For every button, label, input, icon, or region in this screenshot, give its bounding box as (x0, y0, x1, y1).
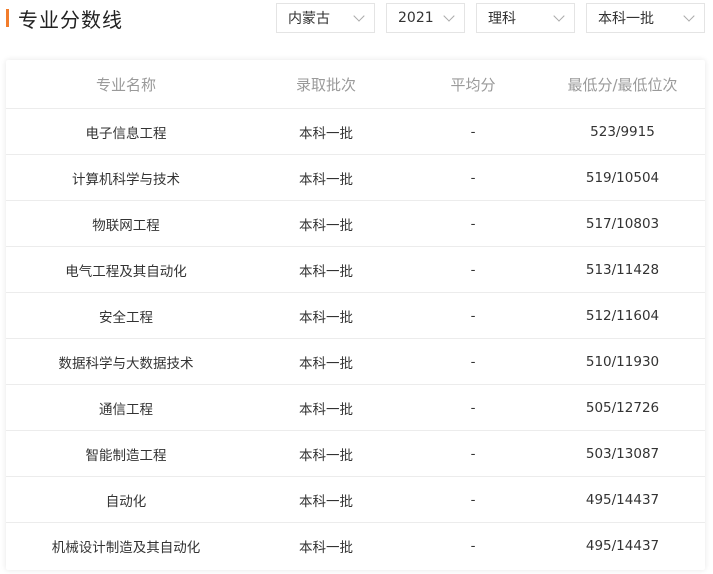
cell-major: 电气工程及其自动化 (65, 263, 187, 280)
chevron-down-icon (553, 10, 565, 22)
cell-min-score-rank: 517/10803 (585, 215, 660, 232)
cell-average: - (470, 169, 476, 186)
cell-batch: 本科一批 (299, 171, 353, 188)
column-header-min-score-rank: 最低分/最低位次 (567, 75, 678, 94)
table-row: 数据科学与大数据技术 本科一批 - 510/11930 (6, 339, 705, 385)
chevron-down-icon (443, 10, 455, 22)
score-table: 专业名称 录取批次 平均分 最低分/最低位次 电子信息工程 本科一批 -523/99… (6, 60, 705, 570)
column-header-major: 专业名称 (95, 75, 156, 94)
table-row: 智能制造工程 本科一批 - 503/13087 (6, 431, 705, 477)
cell-batch: 本科一批 (299, 401, 353, 418)
cell-average: - (470, 123, 476, 140)
cell-batch: 本科一批 (299, 309, 353, 326)
cell-major: 数据科学与大数据技术 (58, 355, 194, 372)
cell-min-score-rank: 513/11428 (585, 261, 660, 278)
province-value: 内蒙古 (288, 11, 330, 27)
chevron-down-icon (683, 10, 695, 22)
table-body: 电子信息工程 本科一批 -523/9915 计算机科学与技术 本科一批 -519/1050… (6, 109, 705, 568)
cell-average: - (470, 537, 476, 554)
cell-min-score-rank: 510/11930 (585, 353, 660, 370)
cell-major: 通信工程 (99, 401, 153, 418)
cell-min-score-rank: 495/14437 (585, 537, 660, 554)
cell-batch: 本科一批 (299, 539, 353, 556)
cell-min-score-rank: 495/14437 (585, 491, 660, 508)
table-row: 安全工程 本科一批 - 512/11604 (6, 293, 705, 339)
cell-major: 安全工程 (99, 309, 153, 326)
province-select[interactable]: 内蒙古 (276, 3, 375, 33)
cell-min-score-rank: 503/13087 (585, 445, 660, 462)
cell-average: - (470, 445, 476, 462)
cell-batch: 本科一批 (299, 447, 353, 464)
table-row: 物联网工程 本科一批 - 517/10803 (6, 201, 705, 247)
column-header-average: 平均分 (450, 75, 496, 94)
cell-min-score-rank: 505/12726 (585, 399, 660, 416)
cell-average: - (470, 491, 476, 508)
table-row: 电气工程及其自动化 本科一批 - 513/11428 (6, 247, 705, 293)
cell-major: 计算机科学与技术 (72, 171, 180, 188)
cell-major: 自动化 (105, 493, 147, 510)
chevron-down-icon (353, 10, 365, 22)
table-header: 专业名称 录取批次 平均分 最低分/最低位次 (6, 60, 705, 109)
cell-batch: 本科一批 (299, 355, 353, 372)
cell-major: 电子信息工程 (85, 125, 167, 142)
cell-average: - (470, 353, 476, 370)
subject-value: 理科 (488, 11, 516, 27)
batch-value: 本科一批 (598, 11, 654, 27)
cell-average: - (470, 307, 476, 324)
cell-major: 智能制造工程 (85, 447, 167, 464)
table-row: 自动化 本科一批 - 495/14437 (6, 477, 705, 523)
title-accent-bar (6, 9, 9, 27)
table-row: 计算机科学与技术 本科一批 - 519/10504 (6, 155, 705, 201)
cell-min-score-rank: 512/11604 (585, 307, 660, 324)
cell-batch: 本科一批 (299, 493, 353, 510)
cell-min-score-rank: 519/10504 (585, 169, 660, 186)
cell-min-score-rank: 523/9915 (590, 123, 655, 140)
year-select[interactable]: 2021 (386, 3, 465, 33)
cell-major: 机械设计制造及其自动化 (51, 539, 201, 556)
batch-select[interactable]: 本科一批 (586, 3, 705, 33)
cell-average: - (470, 215, 476, 232)
title-bar: 专业分数线 (6, 4, 123, 32)
cell-average: - (470, 261, 476, 278)
table-row: 电子信息工程 本科一批 - 523/9915 (6, 109, 705, 155)
cell-batch: 本科一批 (299, 263, 353, 280)
cell-batch: 本科一批 (299, 125, 353, 142)
table-row: 通信工程 本科一批 - 505/12726 (6, 385, 705, 431)
column-header-batch: 录取批次 (295, 75, 356, 94)
table-row: 机械设计制造及其自动化 本科一批 - 495/14437 (6, 523, 705, 568)
cell-batch: 本科一批 (299, 217, 353, 234)
subject-select[interactable]: 理科 (476, 3, 575, 33)
page-title: 专业分数线 (18, 7, 123, 32)
cell-average: - (470, 399, 476, 416)
year-value: 2021 (398, 10, 434, 26)
cell-major: 物联网工程 (92, 217, 160, 234)
